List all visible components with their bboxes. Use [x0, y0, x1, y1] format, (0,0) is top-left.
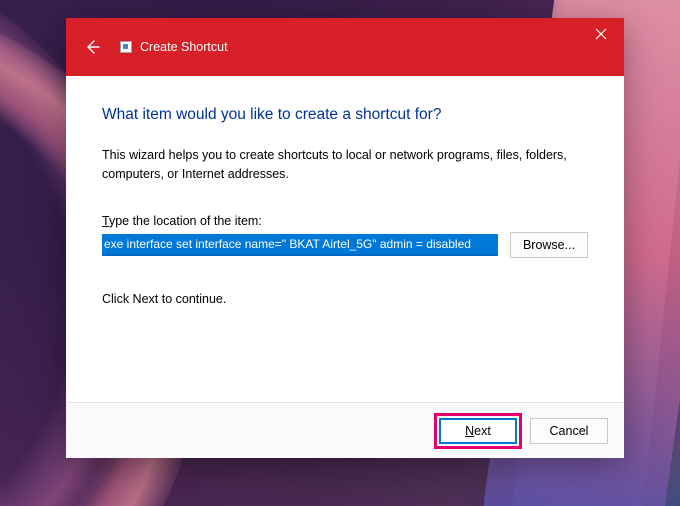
- browse-button[interactable]: Browse...: [510, 232, 588, 258]
- next-button-highlight: Next: [434, 413, 522, 449]
- window-title: Create Shortcut: [140, 40, 228, 54]
- next-button[interactable]: Next: [439, 418, 517, 444]
- close-button[interactable]: [578, 18, 624, 50]
- close-icon: [595, 28, 607, 40]
- description-text: This wizard helps you to create shortcut…: [102, 146, 588, 184]
- create-shortcut-dialog: Create Shortcut What item would you like…: [66, 18, 624, 458]
- cancel-button[interactable]: Cancel: [530, 418, 608, 444]
- back-button[interactable]: [80, 35, 104, 59]
- continue-text: Click Next to continue.: [102, 292, 588, 306]
- dialog-content: What item would you like to create a sho…: [66, 76, 624, 402]
- dialog-footer: Next Cancel: [66, 402, 624, 458]
- back-arrow-icon: [84, 39, 100, 55]
- page-heading: What item would you like to create a sho…: [102, 106, 588, 124]
- location-input-row: Browse...: [102, 232, 588, 258]
- shortcut-icon: [120, 41, 132, 53]
- titlebar: Create Shortcut: [66, 18, 624, 76]
- location-input[interactable]: [102, 234, 498, 256]
- location-label: Type the location of the item:: [102, 214, 588, 228]
